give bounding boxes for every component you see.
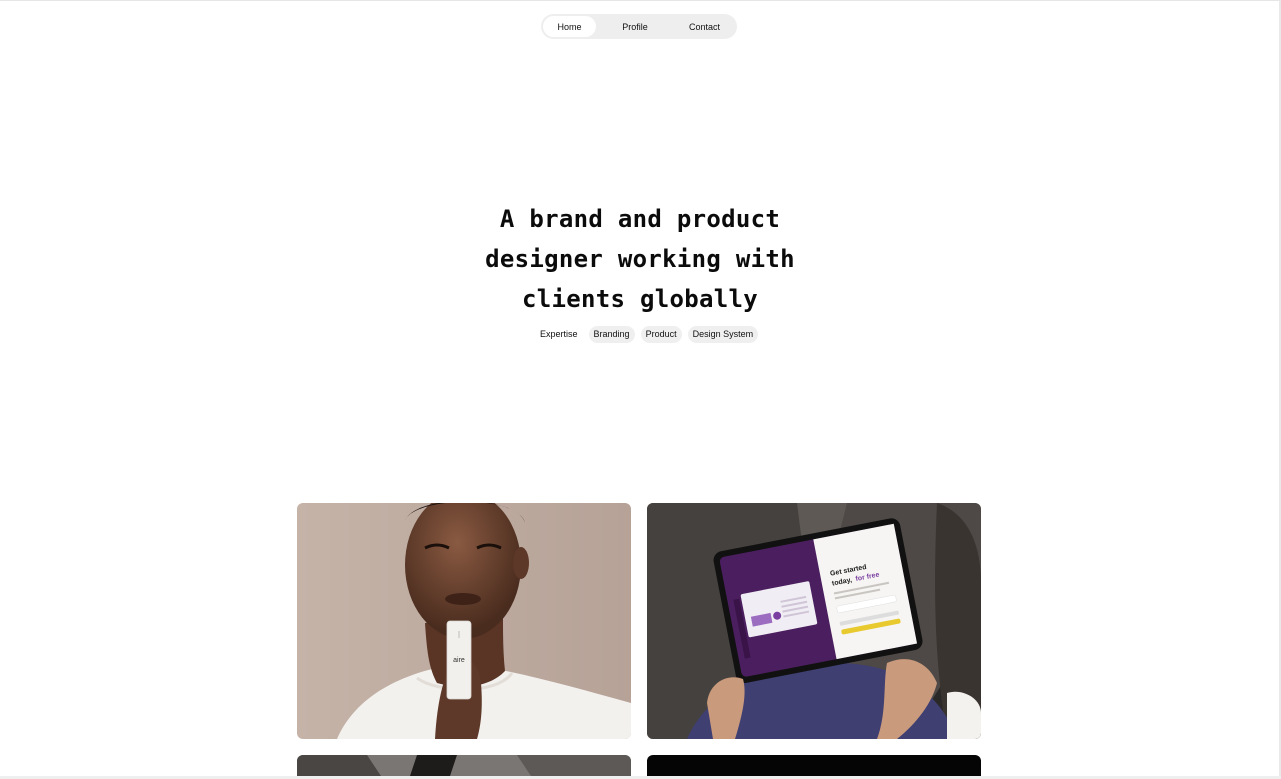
product-label-text: aire — [453, 657, 465, 664]
tag-branding[interactable]: Branding — [588, 326, 635, 343]
nav-home[interactable]: Home — [543, 16, 596, 37]
nav-contact[interactable]: Contact — [674, 16, 735, 37]
hero-title-line-3: clients globally — [522, 285, 758, 313]
project-card-tablet[interactable]: Get started today, for free — [647, 503, 981, 739]
tag-design-system[interactable]: Design System — [687, 326, 759, 343]
tablet-ui-photo: Get started today, for free — [647, 503, 981, 739]
hero-title-line-2: designer working with — [485, 245, 795, 273]
top-nav: Home Profile Contact — [541, 14, 737, 39]
hero-title: A brand and product designer working wit… — [440, 199, 840, 319]
hero-title-line-1: A brand and product — [499, 205, 781, 233]
aire-product-photo: aire — [297, 503, 631, 739]
project-card-aire[interactable]: aire — [297, 503, 631, 739]
page: Home Profile Contact A brand and product… — [0, 0, 1281, 779]
expertise-tags: Expertise Branding Product Design System — [535, 326, 759, 343]
expertise-label: Expertise — [540, 329, 578, 339]
nav-profile[interactable]: Profile — [596, 16, 674, 37]
hero: A brand and product designer working wit… — [440, 199, 840, 319]
tag-product[interactable]: Product — [640, 326, 682, 343]
